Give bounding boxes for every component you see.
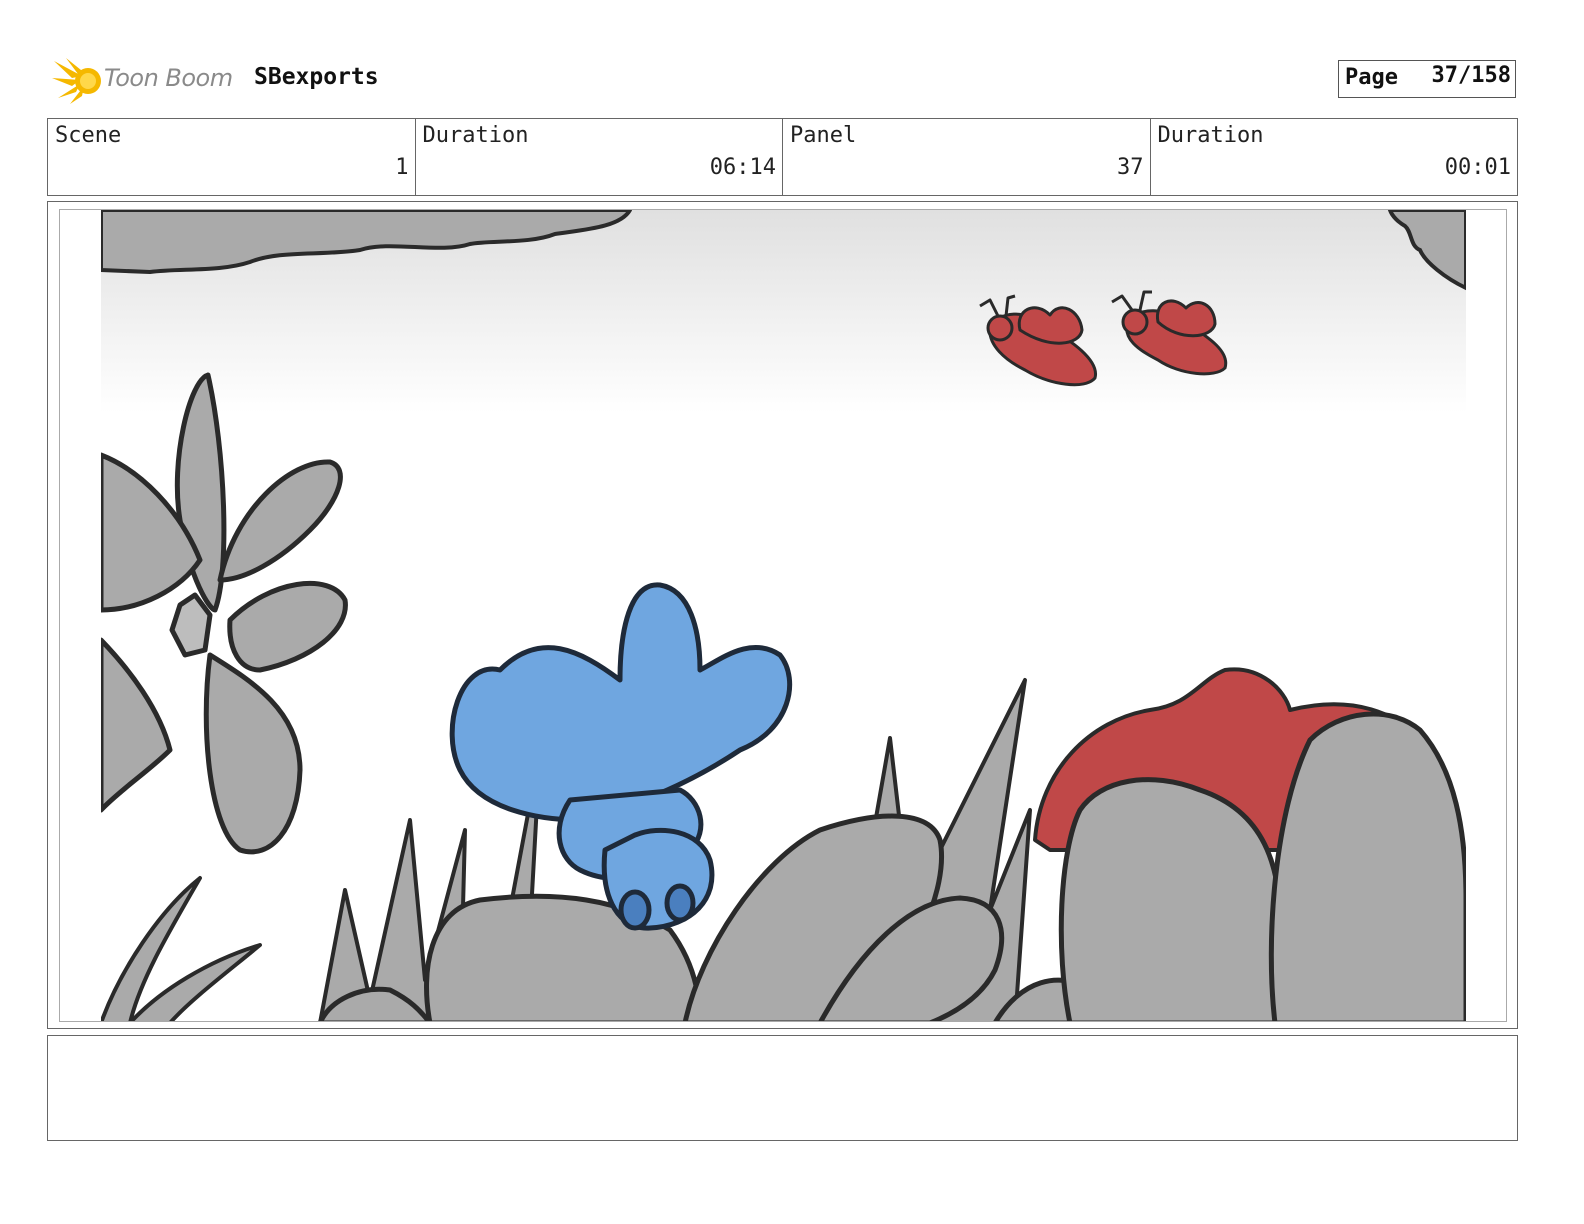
panel-label: Panel (790, 123, 857, 148)
storyboard-drawing (60, 210, 1506, 1021)
page-label: Page (1345, 65, 1398, 90)
storyboard-panel (59, 209, 1507, 1022)
panel-duration-cell: Duration 00:01 (1151, 119, 1518, 195)
scene-cell: Scene 1 (48, 119, 416, 195)
scene-duration-cell: Duration 06:14 (416, 119, 783, 195)
panel-notes (47, 1035, 1518, 1141)
panel-cell: Panel 37 (783, 119, 1151, 195)
logo-text: Toon Boom (104, 64, 233, 92)
scene-duration-value: 06:14 (709, 155, 776, 180)
panel-value: 37 (1117, 155, 1144, 180)
page-value: 37/158 (1431, 63, 1511, 88)
scene-label: Scene (55, 123, 122, 148)
panel-duration-value: 00:01 (1444, 155, 1511, 180)
project-name: SBexports (254, 64, 379, 90)
page-indicator: Page 37/158 (1338, 60, 1516, 98)
scene-duration-label: Duration (422, 123, 529, 148)
panel-info-row: Scene 1 Duration 06:14 Panel 37 Duration… (47, 118, 1518, 196)
scene-value: 1 (395, 155, 409, 180)
panel-duration-label: Duration (1157, 123, 1264, 148)
